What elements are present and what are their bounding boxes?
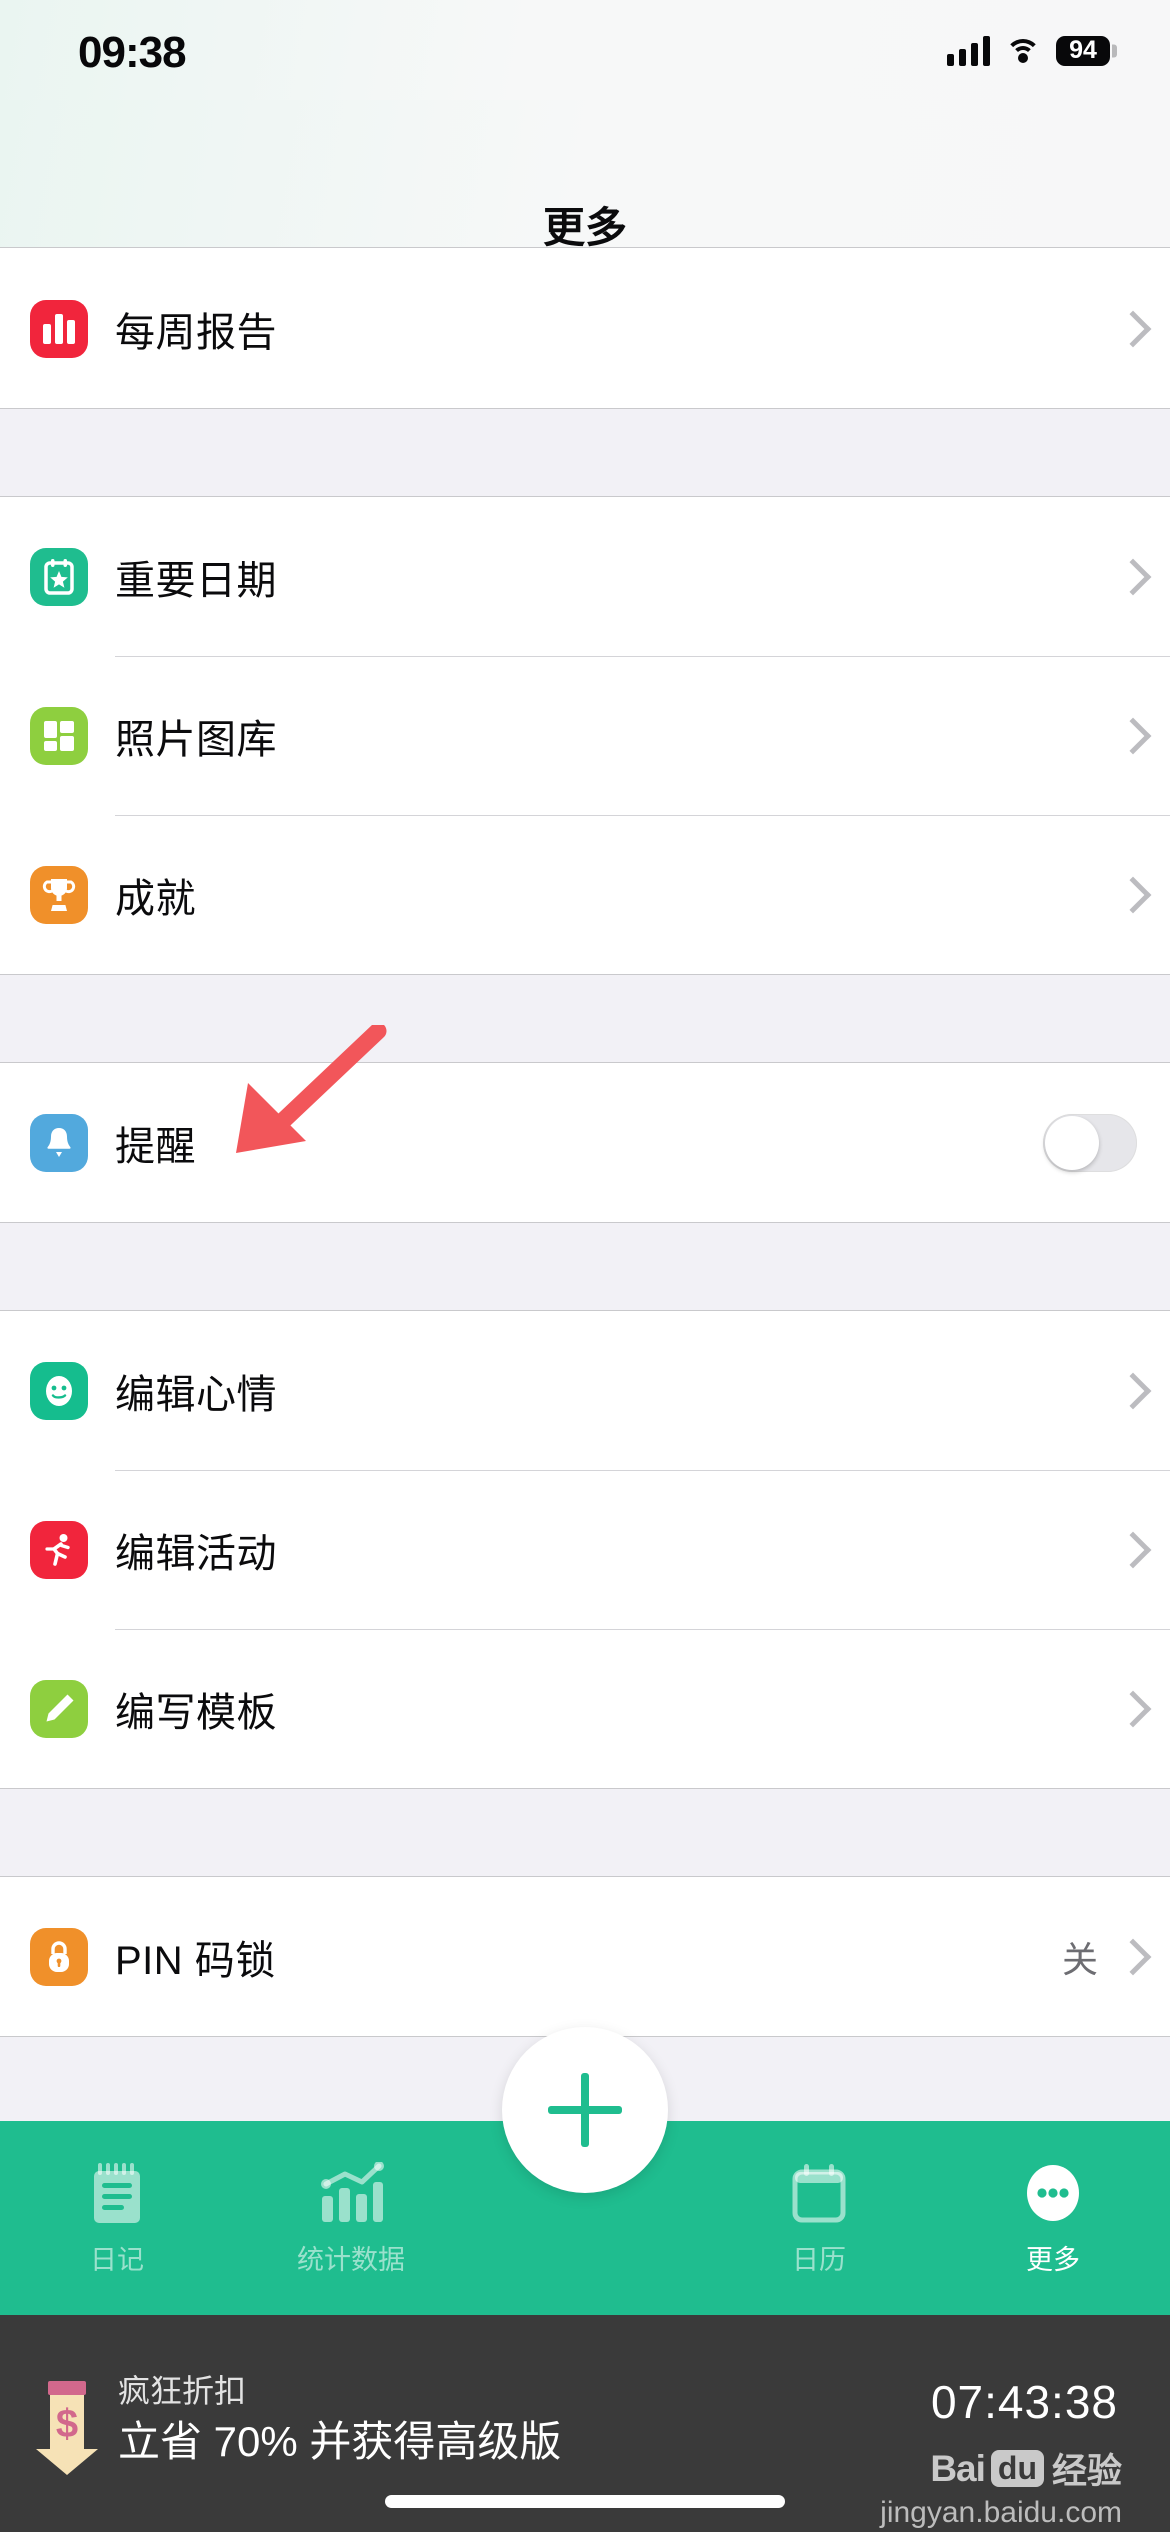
list-item-accessory [1120, 561, 1137, 593]
lock-icon [30, 1927, 88, 1986]
notebook-icon [88, 2160, 146, 2226]
chevron-right-icon [1120, 1941, 1137, 1973]
watermark-du: du [990, 2450, 1044, 2487]
list-item-label: 每周报告 [115, 310, 277, 355]
status-bar-indicators: 94 [947, 30, 1110, 72]
svg-text:$: $ [56, 2402, 78, 2446]
home-indicator [385, 2495, 785, 2508]
tab-more[interactable]: 更多 [936, 2121, 1170, 2315]
chevron-right-icon [1120, 879, 1137, 911]
list-item-edit-activity[interactable]: 编辑活动 [0, 1470, 1170, 1629]
list-item-weekly-report[interactable]: 每周报告 [0, 249, 1170, 408]
promo-subtitle: 立省 70% 并获得高级版 [118, 2418, 562, 2465]
tab-bar[interactable]: 日记 统计数据 日历 更多 [0, 2027, 1170, 2315]
list-item-accessory [1120, 720, 1137, 752]
list-item-label: 成就 [115, 876, 196, 921]
status-bar-time: 09:38 [78, 28, 187, 77]
settings-group-reminders: 提醒 [0, 1063, 1170, 1223]
ellipsis-icon [1022, 2160, 1084, 2226]
list-item-accessory [1120, 1693, 1137, 1725]
chevron-right-icon [1120, 561, 1137, 593]
list-item-label: 提醒 [115, 1124, 196, 1169]
calendar-icon [790, 2160, 848, 2226]
list-item-label: PIN 码锁 [115, 1938, 276, 1983]
nav-bar: 更多 [0, 100, 1170, 251]
section-separator [0, 1789, 1170, 1877]
chevron-right-icon [1120, 1375, 1137, 1407]
settings-group-security: PIN 码锁 关 [0, 1877, 1170, 2037]
list-item-accessory: 关 [1062, 1931, 1137, 1983]
tab-label: 更多 [1026, 2244, 1080, 2275]
list-item-accessory [1120, 879, 1137, 911]
baidu-watermark: Bai du 经验 jingyan.baidu.com [880, 2443, 1122, 2530]
chevron-right-icon [1120, 1693, 1137, 1725]
baidu-logo: Bai du 经验 [880, 2443, 1122, 2494]
promo-banner[interactable]: $ 疯狂折扣 立省 70% 并获得高级版 07:43:38 Bai du 经验 … [0, 2315, 1170, 2532]
bar-chart-icon [30, 299, 88, 358]
reminders-toggle[interactable] [1043, 1113, 1137, 1172]
list-item-pin-lock[interactable]: PIN 码锁 关 [0, 1877, 1170, 2036]
list-item-label: 编辑心情 [115, 1372, 277, 1417]
settings-list[interactable]: 每周报告 重要日期 照片图库 成就 提醒 编辑心情 编辑活动 编写模板 PIN … [0, 249, 1170, 2121]
status-bar: 09:38 94 [0, 0, 1170, 100]
pin-lock-value: 关 [1061, 1938, 1098, 1980]
calendar-star-icon [30, 547, 88, 606]
list-item-accessory [1043, 1113, 1137, 1172]
toggle-knob [1045, 1115, 1099, 1170]
list-item-reminders[interactable]: 提醒 [0, 1063, 1170, 1222]
tab-label: 日记 [90, 2244, 144, 2275]
section-separator [0, 975, 1170, 1063]
page-title: 更多 [542, 204, 627, 251]
photo-grid-icon [30, 706, 88, 765]
add-entry-button[interactable] [502, 2027, 668, 2193]
discount-arrow-icon: $ [36, 2381, 98, 2475]
tab-diary[interactable]: 日记 [0, 2121, 234, 2315]
list-item-accessory [1120, 313, 1137, 345]
tab-label: 统计数据 [297, 2244, 405, 2275]
watermark-bai: Bai [930, 2447, 986, 2489]
list-item-label: 编辑活动 [115, 1531, 277, 1576]
pencil-icon [30, 1679, 88, 1738]
smiley-icon [30, 1361, 88, 1420]
list-item-important-dates[interactable]: 重要日期 [0, 497, 1170, 656]
list-item-edit-mood[interactable]: 编辑心情 [0, 1311, 1170, 1470]
promo-text: 疯狂折扣 立省 70% 并获得高级版 [118, 2371, 561, 2470]
list-item-achievements[interactable]: 成就 [0, 815, 1170, 974]
wifi-icon [1005, 37, 1041, 65]
settings-group-reports: 每周报告 [0, 249, 1170, 409]
list-item-label: 编写模板 [115, 1690, 277, 1735]
settings-group-content: 重要日期 照片图库 成就 [0, 497, 1170, 975]
tab-calendar[interactable]: 日历 [702, 2121, 936, 2315]
chevron-right-icon [1120, 720, 1137, 752]
runner-icon [30, 1520, 88, 1579]
watermark-suffix: 经验 [1051, 2452, 1122, 2491]
list-item-write-template[interactable]: 编写模板 [0, 1629, 1170, 1788]
list-item-accessory [1120, 1375, 1137, 1407]
settings-group-editors: 编辑心情 编辑活动 编写模板 [0, 1311, 1170, 1789]
section-separator [0, 409, 1170, 497]
list-item-label: 重要日期 [115, 558, 277, 603]
watermark-url: jingyan.baidu.com [880, 2496, 1122, 2529]
list-item-photo-gallery[interactable]: 照片图库 [0, 656, 1170, 815]
chevron-right-icon [1120, 1534, 1137, 1566]
trophy-icon [30, 865, 88, 924]
battery-icon: 94 [1056, 36, 1110, 66]
bell-icon [30, 1113, 88, 1172]
promo-title: 疯狂折扣 [118, 2373, 247, 2409]
chevron-right-icon [1120, 313, 1137, 345]
section-separator [0, 1223, 1170, 1311]
cellular-bars-icon [947, 36, 990, 66]
list-item-accessory [1120, 1534, 1137, 1566]
stats-chart-icon [318, 2160, 384, 2226]
promo-countdown: 07:43:38 [930, 2376, 1118, 2428]
tab-label: 日历 [792, 2244, 846, 2275]
tab-statistics[interactable]: 统计数据 [234, 2121, 468, 2315]
list-item-label: 照片图库 [115, 717, 277, 762]
